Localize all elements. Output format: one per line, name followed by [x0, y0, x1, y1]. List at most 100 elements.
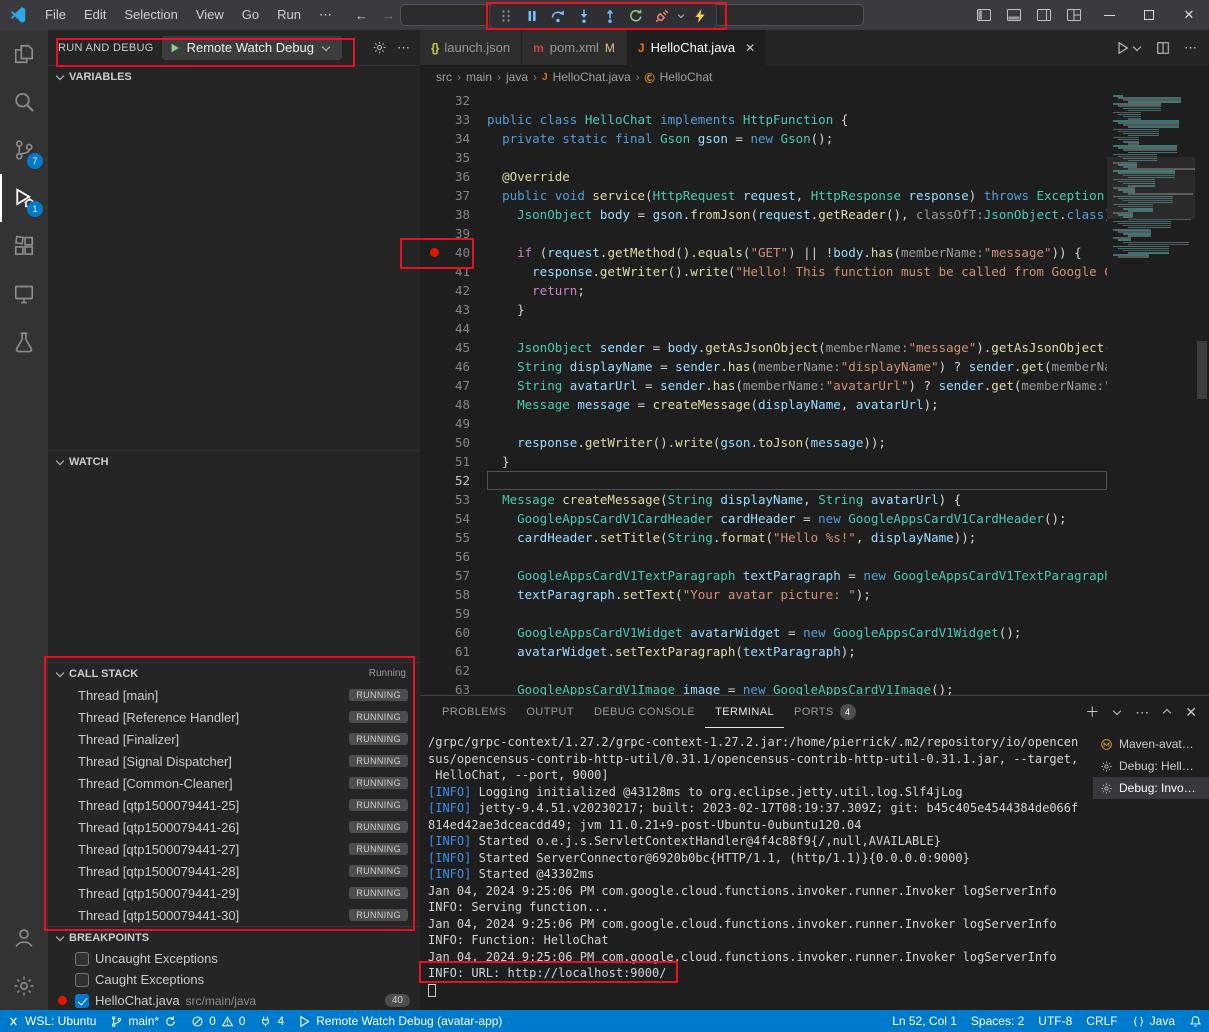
step-over-icon[interactable]	[545, 4, 571, 28]
gutter-line-number[interactable]: 35	[420, 148, 487, 167]
gutter-line-number[interactable]: 62	[420, 661, 487, 680]
gutter-line-number[interactable]: 46	[420, 357, 487, 376]
gutter-line-number[interactable]: 33	[420, 110, 487, 129]
forwarded-ports-status[interactable]: 4	[252, 1010, 291, 1032]
activity-remote-explorer-icon[interactable]	[0, 270, 48, 318]
gutter-line-number[interactable]: 60	[420, 623, 487, 642]
panel-tab-debug-console[interactable]: DEBUG CONSOLE	[584, 696, 705, 728]
breakpoint-item[interactable]: Caught Exceptions	[48, 969, 420, 990]
scrollbar-thumb[interactable]	[1197, 341, 1207, 399]
account-icon[interactable]	[0, 914, 48, 962]
call-stack-thread[interactable]: Thread [qtp1500079441-26]RUNNING	[48, 816, 420, 838]
gutter-line-number[interactable]: 34	[420, 129, 487, 148]
toolbar-drag-handle-icon[interactable]	[493, 4, 519, 28]
problems-status[interactable]: 0 0	[184, 1010, 252, 1032]
close-panel-icon[interactable]: ✕	[1185, 704, 1197, 721]
watch-section-header[interactable]: WATCH	[48, 450, 420, 472]
breakpoint-checkbox[interactable]	[75, 952, 89, 966]
gutter-line-number[interactable]: 58	[420, 585, 487, 604]
panel-tab-ports[interactable]: PORTS4	[784, 696, 866, 728]
close-tab-icon[interactable]: ✕	[745, 41, 755, 55]
breakpoint-item[interactable]: Uncaught Exceptions	[48, 948, 420, 969]
breakpoint-checkbox[interactable]	[75, 994, 89, 1008]
breakpoints-section-header[interactable]: BREAKPOINTS	[48, 926, 420, 948]
call-stack-thread[interactable]: Thread [qtp1500079441-28]RUNNING	[48, 860, 420, 882]
gutter-line-number[interactable]: 37	[420, 186, 487, 205]
gutter-line-number[interactable]: 44	[420, 319, 487, 338]
indentation[interactable]: Spaces: 2	[964, 1010, 1031, 1032]
gutter-line-number[interactable]: 55	[420, 528, 487, 547]
gutter-line-number[interactable]: 52	[420, 471, 487, 490]
call-stack-thread[interactable]: Thread [qtp1500079441-30]RUNNING	[48, 904, 420, 926]
gutter-line-number[interactable]: 42	[420, 281, 487, 300]
new-terminal-icon[interactable]: ＋	[1085, 702, 1099, 722]
panel-tab-output[interactable]: OUTPUT	[516, 696, 584, 728]
restart-icon[interactable]	[623, 4, 649, 28]
step-out-icon[interactable]	[597, 4, 623, 28]
activity-source-control-icon[interactable]: 7	[0, 126, 48, 174]
breadcrumb-symbol[interactable]: HelloChat	[660, 70, 713, 84]
maximize-button[interactable]	[1129, 0, 1169, 30]
gutter-line-number[interactable]: 63	[420, 680, 487, 695]
call-stack-thread[interactable]: Thread [Signal Dispatcher]RUNNING	[48, 750, 420, 772]
panel-tab-problems[interactable]: PROBLEMS	[432, 696, 516, 728]
variables-section-header[interactable]: VARIABLES	[48, 65, 420, 87]
gutter-line-number[interactable]: 61	[420, 642, 487, 661]
gutter-line-number[interactable]: 50	[420, 433, 487, 452]
cursor-position[interactable]: Ln 52, Col 1	[885, 1010, 964, 1032]
menu-edit[interactable]: Edit	[75, 0, 115, 30]
breakpoint-checkbox[interactable]	[75, 973, 89, 987]
breadcrumb-main[interactable]: main	[466, 70, 492, 84]
run-java-icon[interactable]	[1116, 41, 1142, 55]
step-into-icon[interactable]	[571, 4, 597, 28]
activity-search-icon[interactable]	[0, 78, 48, 126]
disconnect-icon[interactable]	[649, 4, 675, 28]
forward-arrow-icon[interactable]: →	[382, 8, 395, 23]
gutter-line-number[interactable]: 59	[420, 604, 487, 623]
breadcrumb-java[interactable]: java	[506, 70, 528, 84]
terminal-output[interactable]: /grpc/grpc-context/1.27.2/grpc-context-1…	[420, 728, 1093, 1010]
gutter-line-number[interactable]: 56	[420, 547, 487, 566]
call-stack-thread[interactable]: Thread [main]RUNNING	[48, 684, 420, 706]
toggle-sidebar-icon[interactable]	[969, 0, 999, 30]
minimap-viewport[interactable]	[1107, 157, 1195, 219]
maximize-panel-icon[interactable]	[1162, 707, 1172, 717]
gutter-line-number[interactable]: 48	[420, 395, 487, 414]
gutter-line-number[interactable]: 43	[420, 300, 487, 319]
encoding[interactable]: UTF-8	[1031, 1010, 1079, 1032]
call-stack-thread[interactable]: Thread [Reference Handler]RUNNING	[48, 706, 420, 728]
gutter-line-number[interactable]: 51	[420, 452, 487, 471]
call-stack-section-header[interactable]: CALL STACK Running	[48, 662, 420, 684]
tab-launch-json[interactable]: {} launch.json	[420, 30, 522, 65]
code-editor[interactable]: 3233public class HelloChat implements Ht…	[420, 89, 1209, 695]
toggle-secondary-sidebar-icon[interactable]	[1029, 0, 1059, 30]
breakpoint-dot[interactable]	[430, 248, 439, 257]
call-stack-thread[interactable]: Thread [Common-Cleaner]RUNNING	[48, 772, 420, 794]
notifications-bell-icon[interactable]	[1182, 1010, 1209, 1032]
call-stack-thread[interactable]: Thread [Finalizer]RUNNING	[48, 728, 420, 750]
terminal-instance[interactable]: Debug: Invo…	[1093, 777, 1209, 799]
gutter-line-number[interactable]: 36	[420, 167, 487, 186]
settings-gear-icon[interactable]	[0, 962, 48, 1010]
call-stack-thread[interactable]: Thread [qtp1500079441-27]RUNNING	[48, 838, 420, 860]
terminal-dropdown-chevron-icon[interactable]	[1112, 707, 1122, 717]
views-more-actions-icon[interactable]: ⋯	[397, 40, 410, 56]
remote-indicator[interactable]: WSL: Ubuntu	[0, 1010, 103, 1032]
breakpoint-item[interactable]: HelloChat.javasrc/main/java40	[48, 990, 420, 1011]
minimize-button[interactable]	[1089, 0, 1129, 30]
gutter-line-number[interactable]: 40	[420, 243, 487, 262]
launch-settings-gear-icon[interactable]	[372, 40, 387, 55]
back-arrow-icon[interactable]: ←	[355, 8, 368, 23]
breadcrumb-src[interactable]: src	[436, 70, 452, 84]
panel-tab-terminal[interactable]: TERMINAL	[705, 696, 784, 728]
launch-configuration-dropdown[interactable]: Remote Watch Debug	[162, 36, 342, 60]
activity-run-and-debug-icon[interactable]: 1	[0, 174, 48, 222]
activity-testing-icon[interactable]	[0, 318, 48, 366]
disconnect-dropdown-chevron-icon[interactable]	[675, 11, 687, 21]
gutter-line-number[interactable]: 41	[420, 262, 487, 281]
pause-icon[interactable]	[519, 4, 545, 28]
debug-session-status[interactable]: Remote Watch Debug (avatar-app)	[291, 1010, 509, 1032]
menu-selection[interactable]: Selection	[115, 0, 186, 30]
menu-file[interactable]: File	[36, 0, 75, 30]
tab-hellochat-java[interactable]: J HelloChat.java ✕	[627, 30, 767, 65]
